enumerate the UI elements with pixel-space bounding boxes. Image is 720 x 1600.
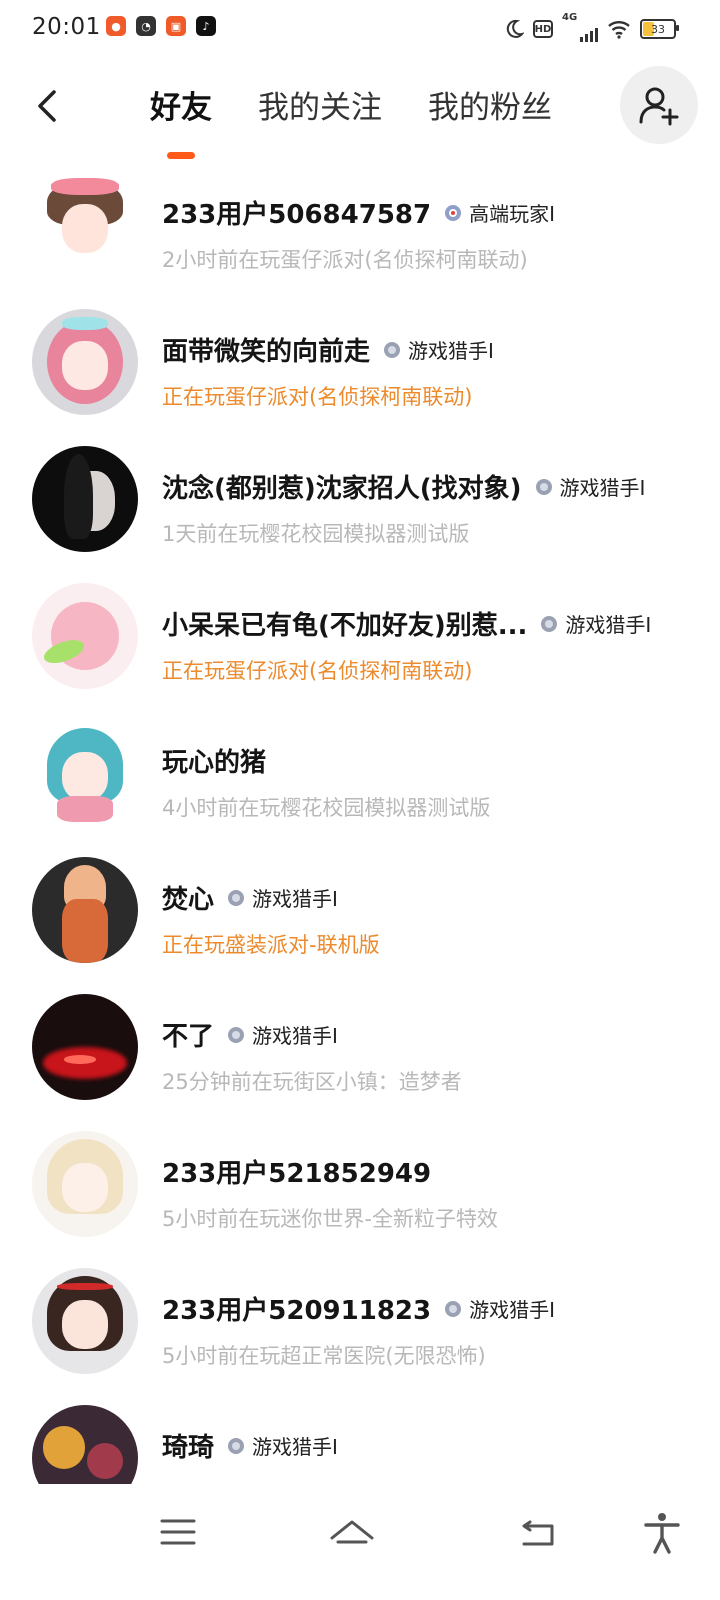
tab-followers[interactable]: 我的粉丝 bbox=[428, 82, 552, 127]
badge-label: 游戏猎手Ⅰ bbox=[559, 476, 646, 500]
tab-label: 我的关注 bbox=[258, 90, 382, 126]
friend-name: 沈念(都别惹)沈家招人(找对象) bbox=[162, 474, 522, 504]
tab-bar: 好友 我的关注 我的粉丝 bbox=[150, 82, 552, 159]
friend-name: 不了 bbox=[162, 1022, 215, 1052]
level-badge: 游戏猎手Ⅰ bbox=[534, 472, 646, 501]
add-friend-button[interactable] bbox=[620, 66, 698, 144]
app-orange-icon: ▣ bbox=[166, 16, 186, 36]
back-icon[interactable] bbox=[30, 86, 66, 126]
level-badge: 游戏猎手Ⅰ bbox=[226, 1020, 338, 1049]
badge-label: 游戏猎手Ⅰ bbox=[252, 1435, 338, 1459]
accessibility-icon[interactable] bbox=[638, 1508, 686, 1556]
avatar[interactable] bbox=[32, 446, 138, 552]
home-icon[interactable] bbox=[328, 1508, 376, 1556]
friend-status: 正在玩蛋仔派对(名侦探柯南联动) bbox=[162, 385, 473, 409]
badge-icon bbox=[445, 1300, 462, 1317]
friend-row[interactable]: 面带微笑的向前走 游戏猎手Ⅰ 正在玩蛋仔派对(名侦探柯南联动) bbox=[0, 309, 720, 446]
friend-name: 焚心 bbox=[162, 885, 215, 915]
avatar[interactable] bbox=[32, 857, 138, 963]
friend-row[interactable]: 焚心 游戏猎手Ⅰ 正在玩盛装派对-联机版 bbox=[0, 857, 720, 994]
badge-icon bbox=[228, 889, 245, 906]
network-type: 4G bbox=[562, 12, 578, 23]
add-user-icon bbox=[639, 87, 679, 126]
friend-status: 正在玩盛装派对-联机版 bbox=[162, 933, 380, 957]
badge-icon bbox=[384, 341, 401, 358]
tiktok-icon: ♪ bbox=[196, 16, 216, 36]
badge-icon bbox=[541, 615, 558, 632]
level-badge: 游戏猎手Ⅰ bbox=[539, 609, 651, 638]
badge-label: 高端玩家Ⅰ bbox=[469, 202, 555, 226]
hd-icon: HD bbox=[533, 20, 553, 38]
friend-list: 233用户506847587 高端玩家Ⅰ 2小时前在玩蛋仔派对(名侦探柯南联动)… bbox=[0, 172, 720, 1542]
friend-row[interactable]: 不了 游戏猎手Ⅰ 25分钟前在玩街区小镇：造梦者 bbox=[0, 994, 720, 1131]
tab-label: 我的粉丝 bbox=[428, 90, 552, 126]
status-bar: 20:01 ● ◔ ▣ ♪ HD 4G 33 bbox=[0, 0, 720, 56]
notification-icons: ● ◔ ▣ ♪ bbox=[106, 16, 216, 36]
friend-name: 玩心的猪 bbox=[162, 748, 267, 778]
avatar[interactable] bbox=[32, 1268, 138, 1374]
friend-status: 4小时前在玩樱花校园模拟器测试版 bbox=[162, 796, 491, 820]
badge-icon bbox=[228, 1437, 245, 1454]
header: 好友 我的关注 我的粉丝 bbox=[0, 64, 720, 159]
friend-row[interactable]: 233用户520911823 游戏猎手Ⅰ 5小时前在玩超正常医院(无限恐怖) bbox=[0, 1268, 720, 1405]
friend-status: 5小时前在玩迷你世界-全新粒子特效 bbox=[162, 1207, 498, 1231]
do-not-disturb-icon bbox=[506, 19, 524, 38]
avatar[interactable] bbox=[32, 583, 138, 689]
status-time: 20:01 bbox=[32, 14, 101, 40]
menu-icon[interactable] bbox=[154, 1508, 202, 1556]
level-badge: 游戏猎手Ⅰ bbox=[226, 883, 338, 912]
friend-status: 1天前在玩樱花校园模拟器测试版 bbox=[162, 522, 470, 546]
back-nav-icon[interactable] bbox=[514, 1508, 562, 1556]
badge-label: 游戏猎手Ⅰ bbox=[469, 1298, 555, 1322]
avatar[interactable] bbox=[32, 172, 138, 278]
badge-label: 游戏猎手Ⅰ bbox=[252, 1024, 338, 1048]
battery-level: 33 bbox=[651, 22, 665, 36]
avatar[interactable] bbox=[32, 720, 138, 826]
friend-status: 2小时前在玩蛋仔派对(名侦探柯南联动) bbox=[162, 248, 528, 272]
battery-icon: 33 bbox=[640, 19, 679, 39]
tab-label: 好友 bbox=[150, 90, 212, 126]
level-badge: 高端玩家Ⅰ bbox=[443, 198, 555, 227]
badge-icon bbox=[535, 478, 552, 495]
wifi-icon bbox=[608, 21, 630, 39]
friend-status: 正在玩蛋仔派对(名侦探柯南联动) bbox=[162, 659, 473, 683]
signal-icon: 4G bbox=[562, 12, 598, 42]
app-red-icon: ● bbox=[106, 16, 126, 36]
badge-icon bbox=[445, 204, 462, 221]
badge-label: 游戏猎手Ⅰ bbox=[252, 887, 338, 911]
app-dark-icon: ◔ bbox=[136, 16, 156, 36]
friend-row[interactable]: 233用户506847587 高端玩家Ⅰ 2小时前在玩蛋仔派对(名侦探柯南联动) bbox=[0, 172, 720, 309]
friend-row[interactable]: 233用户521852949 5小时前在玩迷你世界-全新粒子特效 bbox=[0, 1131, 720, 1268]
friend-status: 25分钟前在玩街区小镇：造梦者 bbox=[162, 1070, 462, 1094]
friend-name: 面带微笑的向前走 bbox=[162, 337, 371, 367]
friend-name: 233用户521852949 bbox=[162, 1159, 432, 1189]
badge-icon bbox=[228, 1026, 245, 1043]
friend-name: 233用户506847587 bbox=[162, 200, 432, 230]
level-badge: 游戏猎手Ⅰ bbox=[443, 1294, 555, 1323]
friend-row[interactable]: 玩心的猪 4小时前在玩樱花校园模拟器测试版 bbox=[0, 720, 720, 857]
tab-following[interactable]: 我的关注 bbox=[258, 82, 382, 127]
system-nav-bar bbox=[0, 1484, 720, 1600]
tab-indicator bbox=[167, 152, 195, 159]
friend-name: 小呆呆已有龟(不加好友)别惹... bbox=[162, 611, 528, 641]
friend-name: 琦琦 bbox=[162, 1433, 215, 1463]
avatar[interactable] bbox=[32, 309, 138, 415]
avatar[interactable] bbox=[32, 1131, 138, 1237]
friend-status: 5小时前在玩超正常医院(无限恐怖) bbox=[162, 1344, 486, 1368]
badge-label: 游戏猎手Ⅰ bbox=[408, 339, 494, 363]
tab-friends[interactable]: 好友 bbox=[150, 82, 212, 159]
level-badge: 游戏猎手Ⅰ bbox=[382, 335, 494, 364]
friend-row[interactable]: 沈念(都别惹)沈家招人(找对象) 游戏猎手Ⅰ 1天前在玩樱花校园模拟器测试版 bbox=[0, 446, 720, 583]
friend-row[interactable]: 小呆呆已有龟(不加好友)别惹... 游戏猎手Ⅰ 正在玩蛋仔派对(名侦探柯南联动) bbox=[0, 583, 720, 720]
avatar[interactable] bbox=[32, 994, 138, 1100]
level-badge: 游戏猎手Ⅰ bbox=[226, 1431, 338, 1460]
friend-name: 233用户520911823 bbox=[162, 1296, 432, 1326]
badge-label: 游戏猎手Ⅰ bbox=[565, 613, 652, 637]
